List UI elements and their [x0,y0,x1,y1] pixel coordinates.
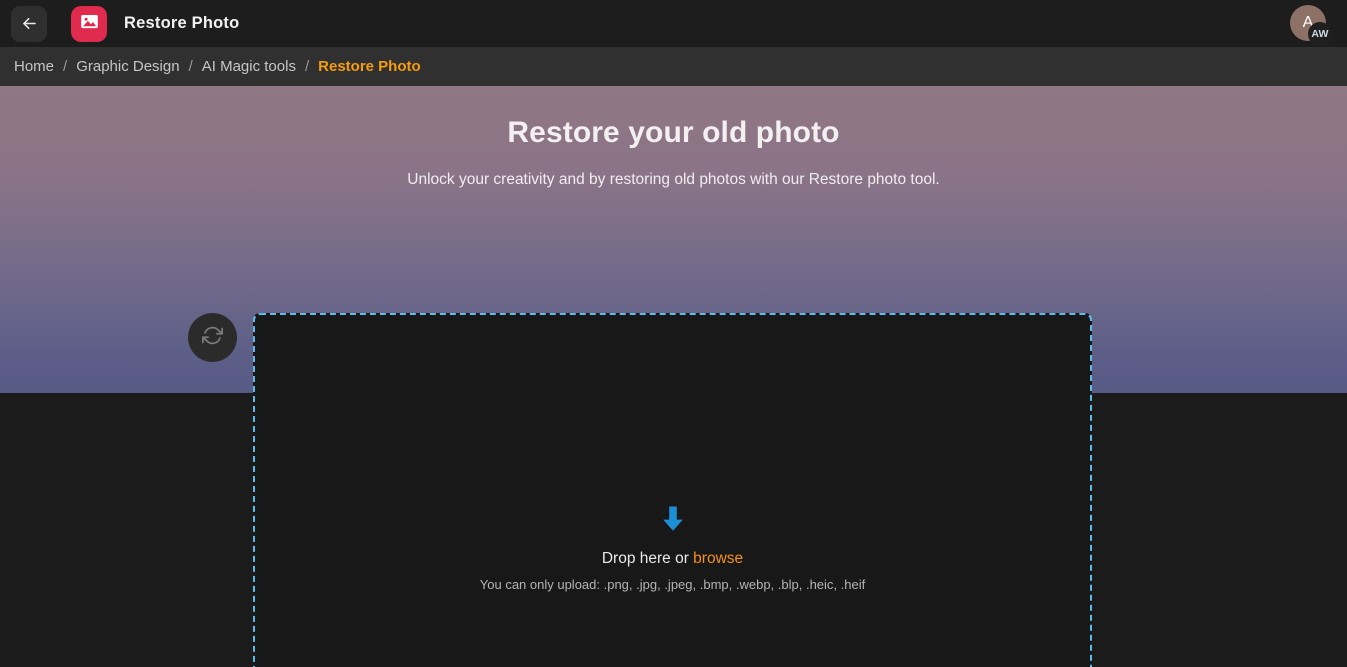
photo-image-icon [79,11,100,37]
main-stage: Restore your old photo Unlock your creat… [0,86,1347,667]
dropzone-prompt: Drop here or browse [255,550,1090,568]
page-title: Restore Photo [124,14,240,32]
breadcrumb-separator: / [188,58,193,75]
dropzone-prompt-text: Drop here or [601,550,694,567]
arrow-left-icon [20,14,39,33]
breadcrumb-separator: / [304,58,310,75]
breadcrumb-item-home[interactable]: Home [14,58,54,75]
back-button[interactable] [11,5,47,42]
upload-dropzone[interactable]: Drop here or browse You can only upload:… [253,313,1092,667]
app-header-bar: Restore Photo A AW [0,0,1347,47]
breadcrumb-separator: / [63,58,68,75]
hero-title: Restore your old photo [507,116,840,149]
refresh-icon [202,325,223,351]
refresh-button[interactable] [188,313,237,362]
dropzone-hint: You can only upload: .png, .jpg, .jpeg, … [479,577,866,592]
browse-link[interactable]: browse [693,550,743,567]
breadcrumb-item-restore-photo: Restore Photo [318,58,421,75]
app-logo [71,5,107,42]
avatar-badge: AW [1308,22,1332,46]
avatar[interactable]: A AW [1290,4,1332,46]
hero-subtitle: Unlock your creativity and by restoring … [407,171,940,188]
breadcrumb-item-graphic-design[interactable]: Graphic Design [76,58,179,75]
dropzone-content: Drop here or browse You can only upload:… [255,506,1090,592]
arrow-down-icon [255,506,1090,537]
breadcrumb-item-ai-magic-tools[interactable]: AI Magic tools [202,58,296,75]
breadcrumb: Home / Graphic Design / AI Magic tools /… [0,47,1347,86]
